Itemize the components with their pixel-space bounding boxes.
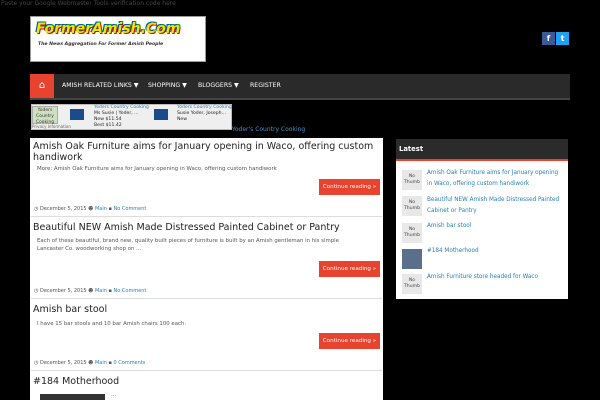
ad-badge[interactable]: Yoders Country Cooking: [32, 106, 58, 125]
latest-item-link[interactable]: Beautiful NEW Amish Made Distressed Pain…: [427, 195, 565, 217]
comment-icon: ▪: [108, 288, 112, 294]
continue-reading-button[interactable]: Continue reading »: [319, 333, 380, 349]
post-date[interactable]: December 5, 2015: [40, 206, 87, 212]
post-thumbnail[interactable]: [40, 394, 105, 400]
post-divider: [31, 370, 382, 371]
comment-icon: ▪: [108, 360, 112, 366]
nav-register[interactable]: REGISTER: [250, 74, 281, 98]
ad-privacy[interactable]: Privacy Information: [32, 124, 71, 130]
user-icon: ☻: [88, 360, 94, 366]
logo-text[interactable]: FormerAmish.Com: [36, 21, 180, 37]
clock-icon: ◷: [34, 288, 39, 294]
post-excerpt: More: Amish Oak Furniture aims for Janua…: [37, 166, 277, 172]
clock-icon: ◷: [34, 206, 39, 212]
post-title[interactable]: Amish bar stool: [33, 304, 107, 315]
post-comments[interactable]: No Comment: [114, 288, 147, 294]
post-comments[interactable]: 0 Comments: [114, 360, 146, 366]
post-date[interactable]: December 5, 2015: [40, 360, 87, 366]
post-author[interactable]: Main: [95, 288, 107, 294]
post-excerpt: ...: [111, 392, 117, 398]
post-divider: [31, 216, 382, 217]
continue-reading-button[interactable]: Continue reading »: [319, 261, 380, 277]
post-title[interactable]: Beautiful NEW Amish Made Distressed Pain…: [33, 222, 340, 233]
post-meta: ◷ December 5, 2015 ☻ Main ▪ No Comment: [34, 206, 146, 212]
widget-title-underline: [396, 159, 568, 161]
latest-item-link[interactable]: Amish Oak Furniture aims for January ope…: [427, 168, 565, 190]
post-meta: ◷ December 5, 2015 ☻ Main ▪ No Comment: [34, 288, 146, 294]
post-author[interactable]: Main: [95, 360, 107, 366]
post-title[interactable]: Amish Oak Furniture aims for January ope…: [33, 141, 378, 163]
latest-item-link[interactable]: Amish bar stool: [427, 221, 565, 232]
latest-item-thumbnail[interactable]: [402, 249, 422, 269]
post-comments[interactable]: No Comment: [114, 206, 147, 212]
latest-widget-title: Latest: [396, 139, 568, 159]
nav-divider: [30, 98, 570, 100]
user-icon: ☻: [88, 206, 94, 212]
ad-book-image[interactable]: [154, 109, 168, 120]
ad-best-price: Best $11.42: [94, 123, 122, 128]
verification-note: Paste your Google Webmaster Tools verifi…: [1, 0, 176, 7]
post-author[interactable]: Main: [95, 206, 107, 212]
clock-icon: ◷: [34, 360, 39, 366]
no-thumb[interactable]: No Thumb: [402, 196, 422, 216]
post-meta: ◷ December 5, 2015 ☻ Main ▪ 0 Comments: [34, 360, 145, 366]
ad-link[interactable]: Yoder's Country Cooking: [232, 126, 305, 133]
post-date[interactable]: December 5, 2015: [40, 288, 87, 294]
twitter-icon[interactable]: t: [556, 32, 569, 45]
continue-reading-button[interactable]: Continue reading »: [319, 179, 380, 195]
post-excerpt: Each of these beautiful, brand new, qual…: [37, 238, 339, 252]
latest-item-link[interactable]: Amish Furniture store headed for Waco: [427, 272, 565, 283]
comment-icon: ▪: [108, 206, 112, 212]
logo-tagline: The News Aggregation For Former Amish Pe…: [38, 42, 164, 47]
nav-amish-related-links[interactable]: AMISH RELATED LINKS ▼: [62, 74, 139, 98]
no-thumb[interactable]: No Thumb: [402, 223, 422, 243]
no-thumb[interactable]: No Thumb: [402, 170, 422, 190]
nav-shopping[interactable]: SHOPPING ▼: [148, 74, 187, 98]
post-excerpt: I have 15 bar stools and 10 bar Amish ch…: [37, 321, 187, 327]
ad-tag: New: [177, 117, 188, 122]
facebook-icon[interactable]: f: [542, 32, 555, 45]
nav-bloggers[interactable]: BLOGGERS ▼: [198, 74, 239, 98]
post-title[interactable]: #184 Motherhood: [33, 376, 119, 387]
post-divider: [31, 298, 382, 299]
ad-book-image[interactable]: [70, 109, 84, 120]
latest-item-link[interactable]: #184 Motherhood: [427, 246, 565, 257]
user-icon: ☻: [88, 288, 94, 294]
no-thumb[interactable]: No Thumb: [402, 274, 422, 294]
home-icon[interactable]: ⌂: [30, 74, 54, 98]
